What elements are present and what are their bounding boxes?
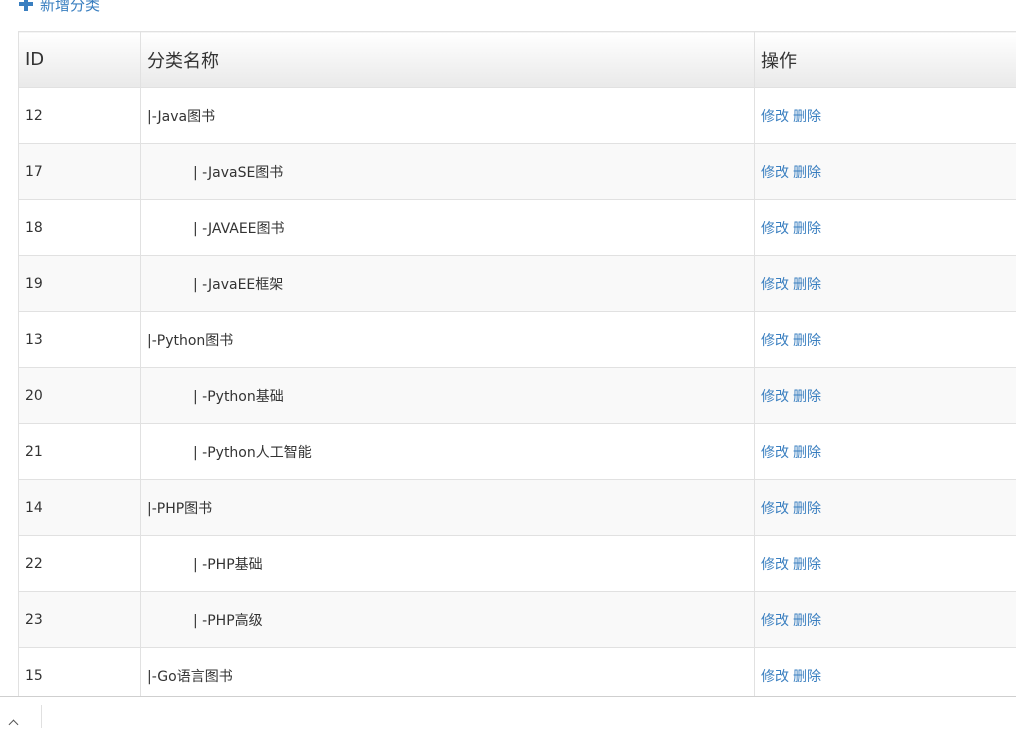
delete-link[interactable]: 删除 bbox=[793, 445, 821, 461]
table-row: 18 | -JAVAEE图书 修改删除 bbox=[19, 200, 1016, 256]
row-id: 17 bbox=[19, 144, 141, 200]
table-row: 20 | -Python基础 修改删除 bbox=[19, 368, 1016, 424]
header-id: ID bbox=[19, 32, 141, 88]
table-header-row: ID 分类名称 操作 bbox=[19, 32, 1016, 88]
table-row: 21 | -Python人工智能 修改删除 bbox=[19, 424, 1016, 480]
row-name: | -PHP高级 bbox=[141, 592, 755, 648]
edit-link[interactable]: 修改 bbox=[761, 109, 789, 125]
row-id: 14 bbox=[19, 480, 141, 536]
table-row: 17 | -JavaSE图书 修改删除 bbox=[19, 144, 1016, 200]
row-actions: 修改删除 bbox=[755, 144, 1016, 200]
edit-link[interactable]: 修改 bbox=[761, 389, 789, 405]
edit-link[interactable]: 修改 bbox=[761, 669, 789, 685]
add-category-label: 新增分类 bbox=[40, 0, 100, 15]
row-id: 23 bbox=[19, 592, 141, 648]
row-name: | -Python基础 bbox=[141, 368, 755, 424]
table-row: 13 |-Python图书 修改删除 bbox=[19, 312, 1016, 368]
row-actions: 修改删除 bbox=[755, 200, 1016, 256]
table-row: 23 | -PHP高级 修改删除 bbox=[19, 592, 1016, 648]
delete-link[interactable]: 删除 bbox=[793, 389, 821, 405]
delete-link[interactable]: 删除 bbox=[793, 277, 821, 293]
edit-link[interactable]: 修改 bbox=[761, 501, 789, 517]
table-row: 12 |-Java图书 修改删除 bbox=[19, 88, 1016, 144]
row-actions: 修改删除 bbox=[755, 312, 1016, 368]
delete-link[interactable]: 删除 bbox=[793, 333, 821, 349]
bottom-divider bbox=[41, 705, 42, 728]
row-name: | -JAVAEE图书 bbox=[141, 200, 755, 256]
delete-link[interactable]: 删除 bbox=[793, 109, 821, 125]
chevron-up-icon[interactable] bbox=[9, 720, 19, 729]
row-name: | -JavaSE图书 bbox=[141, 144, 755, 200]
row-name: | -Python人工智能 bbox=[141, 424, 755, 480]
plus-icon bbox=[18, 0, 34, 12]
header-actions: 操作 bbox=[755, 32, 1016, 88]
row-actions: 修改删除 bbox=[755, 592, 1016, 648]
table-row: 22 | -PHP基础 修改删除 bbox=[19, 536, 1016, 592]
row-name: |-Python图书 bbox=[141, 312, 755, 368]
category-table-container: ID 分类名称 操作 12 |-Java图书 修改删除 17 | -JavaSE… bbox=[18, 31, 984, 704]
row-id: 22 bbox=[19, 536, 141, 592]
row-actions: 修改删除 bbox=[755, 256, 1016, 312]
table-row: 19 | -JavaEE框架 修改删除 bbox=[19, 256, 1016, 312]
edit-link[interactable]: 修改 bbox=[761, 333, 789, 349]
edit-link[interactable]: 修改 bbox=[761, 613, 789, 629]
row-id: 21 bbox=[19, 424, 141, 480]
row-name: |-PHP图书 bbox=[141, 480, 755, 536]
edit-link[interactable]: 修改 bbox=[761, 221, 789, 237]
row-name: | -PHP基础 bbox=[141, 536, 755, 592]
row-actions: 修改删除 bbox=[755, 368, 1016, 424]
delete-link[interactable]: 删除 bbox=[793, 557, 821, 573]
bottom-bar bbox=[0, 696, 1016, 728]
row-actions: 修改删除 bbox=[755, 480, 1016, 536]
row-id: 18 bbox=[19, 200, 141, 256]
row-actions: 修改删除 bbox=[755, 536, 1016, 592]
row-id: 19 bbox=[19, 256, 141, 312]
category-table: ID 分类名称 操作 12 |-Java图书 修改删除 17 | -JavaSE… bbox=[18, 31, 1016, 704]
header-name: 分类名称 bbox=[141, 32, 755, 88]
delete-link[interactable]: 删除 bbox=[793, 669, 821, 685]
row-name: |-Java图书 bbox=[141, 88, 755, 144]
row-name: | -JavaEE框架 bbox=[141, 256, 755, 312]
row-id: 20 bbox=[19, 368, 141, 424]
row-id: 13 bbox=[19, 312, 141, 368]
edit-link[interactable]: 修改 bbox=[761, 557, 789, 573]
edit-link[interactable]: 修改 bbox=[761, 445, 789, 461]
row-actions: 修改删除 bbox=[755, 424, 1016, 480]
delete-link[interactable]: 删除 bbox=[793, 165, 821, 181]
add-category-button[interactable]: 新增分类 bbox=[18, 0, 100, 15]
row-actions: 修改删除 bbox=[755, 88, 1016, 144]
table-row: 14 |-PHP图书 修改删除 bbox=[19, 480, 1016, 536]
edit-link[interactable]: 修改 bbox=[761, 165, 789, 181]
row-id: 12 bbox=[19, 88, 141, 144]
delete-link[interactable]: 删除 bbox=[793, 613, 821, 629]
edit-link[interactable]: 修改 bbox=[761, 277, 789, 293]
delete-link[interactable]: 删除 bbox=[793, 221, 821, 237]
delete-link[interactable]: 删除 bbox=[793, 501, 821, 517]
